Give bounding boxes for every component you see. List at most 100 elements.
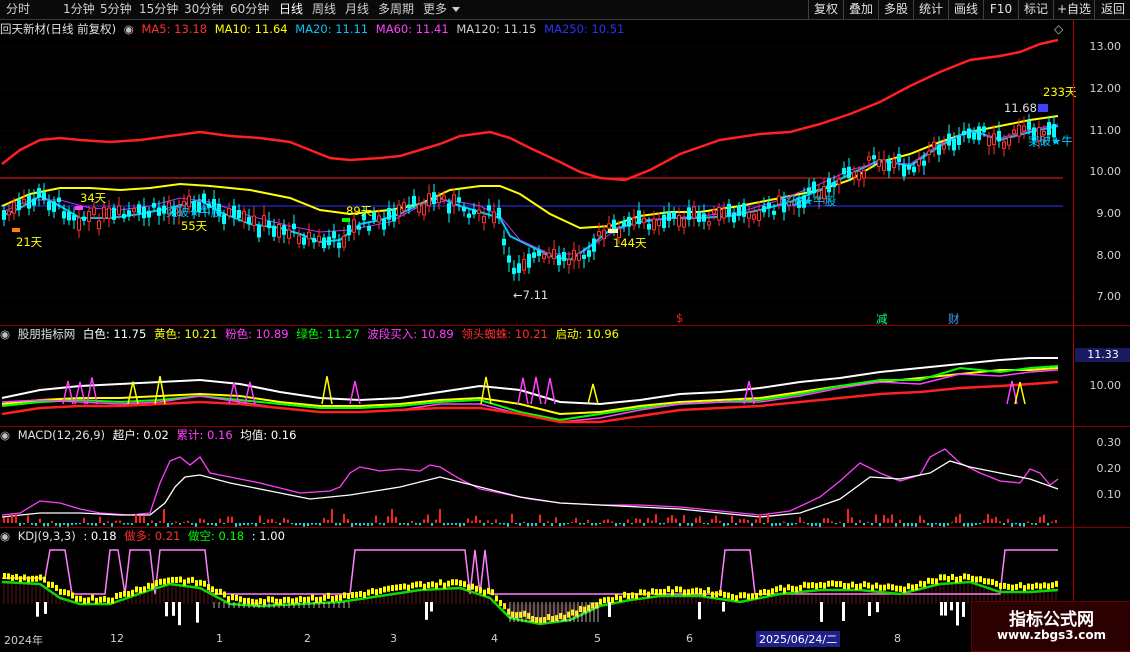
back-button[interactable]: 返回 xyxy=(1094,0,1130,19)
candle-body xyxy=(572,249,576,261)
kdj-yellow-bar xyxy=(503,603,506,610)
candle-body xyxy=(152,203,156,208)
draw-line-button[interactable]: 画线 xyxy=(948,0,983,19)
macd-bar xyxy=(447,523,449,526)
kdj-yellow-bar xyxy=(879,584,882,591)
candle-body xyxy=(742,203,746,217)
tab-weekly[interactable]: 周线 xyxy=(312,2,336,17)
macd-bar xyxy=(767,514,769,523)
candle-body xyxy=(862,170,866,179)
kdj-yellow-bar xyxy=(487,587,490,594)
indicator1-name[interactable]: 股朋指标网 xyxy=(18,327,76,341)
macd-bar xyxy=(411,520,413,523)
kdj-yellow-bar xyxy=(647,591,650,598)
macd-bar xyxy=(291,523,293,525)
kdj-yellow-bar xyxy=(571,609,574,616)
kdj-yellow-bar xyxy=(839,581,842,588)
kdj-yellow-bar xyxy=(939,574,942,581)
candle-body xyxy=(307,231,311,240)
restore-rights-button[interactable]: 复权 xyxy=(808,0,843,19)
candle-body xyxy=(902,164,906,177)
indicator1-chart[interactable] xyxy=(0,342,1073,426)
tab-intraday[interactable]: 分时 xyxy=(6,2,30,17)
ind1-white: 白色: 11.75 xyxy=(82,327,147,341)
macd-bar xyxy=(711,519,713,523)
add-watchlist-button[interactable]: +自选 xyxy=(1053,0,1094,19)
axis-12: 12.00 xyxy=(1089,82,1122,95)
kdj-white-bar xyxy=(962,602,965,617)
multi-stock-button[interactable]: 多股 xyxy=(878,0,913,19)
tab-30min[interactable]: 30分钟 xyxy=(184,2,223,17)
kdj-yellow-bar xyxy=(259,598,262,605)
tab-daily[interactable]: 日线 xyxy=(279,2,303,17)
kdj-yellow-bar xyxy=(403,583,406,590)
tab-15min[interactable]: 15分钟 xyxy=(139,2,178,17)
tab-monthly[interactable]: 月线 xyxy=(345,2,369,17)
candle-body xyxy=(982,126,986,133)
indicator1-settings-icon[interactable]: ◉ xyxy=(0,327,10,341)
macd-bar xyxy=(187,520,189,523)
overlay-button[interactable]: 叠加 xyxy=(843,0,878,19)
macd-bar xyxy=(47,523,49,527)
macd-bar xyxy=(643,523,645,526)
kdj-yellow-bar xyxy=(139,586,142,593)
kdj-long: 做多: 0.21 xyxy=(124,529,181,543)
candle-body xyxy=(647,223,651,230)
tab-1min[interactable]: 1分钟 xyxy=(63,2,95,17)
macd-bar xyxy=(495,519,497,523)
kdj-yellow-bar xyxy=(999,583,1002,590)
macd-chart[interactable] xyxy=(0,443,1073,527)
macd-bar xyxy=(803,521,805,523)
signal-dollar-icon[interactable]: $ xyxy=(676,311,683,325)
macd-bar xyxy=(607,519,609,523)
macd-bar xyxy=(567,523,569,525)
macd-bar xyxy=(695,517,697,523)
macd-bar xyxy=(271,518,273,523)
main-candlestick-chart[interactable] xyxy=(0,20,1073,325)
macd-bar xyxy=(135,514,137,523)
macd-bar xyxy=(631,523,633,525)
kdj-yellow-bar xyxy=(1035,582,1038,589)
mark-button[interactable]: 标记 xyxy=(1018,0,1053,19)
macd-settings-icon[interactable]: ◉ xyxy=(0,428,10,442)
macd-super: 超户: 0.02 xyxy=(112,428,169,442)
kdj-settings-icon[interactable]: ◉ xyxy=(0,529,10,543)
candle-body xyxy=(112,207,116,220)
macd-bar xyxy=(255,523,257,527)
kdj-yellow-bar xyxy=(251,598,254,605)
macd-bar xyxy=(463,523,465,526)
macd-name[interactable]: MACD(12,26,9) xyxy=(18,428,105,442)
kdj-yellow-bar xyxy=(207,584,210,591)
more-dropdown-icon[interactable] xyxy=(452,7,460,12)
kdj-yellow-bar xyxy=(747,593,750,600)
date-axis: 2024年 12 1 2 3 4 5 6 2025/06/24/二 8 xyxy=(0,630,1073,650)
kdj-title-bar: ◉ KDJ(9,3,3) : 0.18 做多: 0.21 做空: 0.18 : … xyxy=(0,528,289,544)
candle-body xyxy=(867,156,871,161)
kdj-yellow-bar xyxy=(683,589,686,596)
macd-bar xyxy=(679,523,681,527)
tab-5min[interactable]: 5分钟 xyxy=(100,2,132,17)
kdj-yellow-bar xyxy=(147,582,150,589)
kdj-yellow-bar xyxy=(823,582,826,589)
kdj-name[interactable]: KDJ(9,3,3) xyxy=(18,529,76,543)
macd-bar xyxy=(19,523,21,526)
macd-bar xyxy=(243,523,245,526)
kdj-yellow-bar xyxy=(179,576,182,583)
candle-body xyxy=(717,207,721,221)
tab-multi-period[interactable]: 多周期 xyxy=(378,2,414,17)
tab-60min[interactable]: 60分钟 xyxy=(230,2,269,17)
macd-bar xyxy=(947,523,949,526)
macd-bar xyxy=(283,517,285,523)
kdj-yellow-bar xyxy=(511,611,514,618)
tab-more[interactable]: 更多 xyxy=(423,2,447,17)
candle-body xyxy=(57,197,61,203)
kdj-yellow-bar xyxy=(855,583,858,590)
kdj-yellow-bar xyxy=(155,580,158,587)
kdj-chart[interactable] xyxy=(0,544,1073,630)
kdj-yellow-bar xyxy=(99,596,102,603)
f10-button[interactable]: F10 xyxy=(983,0,1018,19)
statistics-button[interactable]: 统计 xyxy=(913,0,948,19)
macd-bar xyxy=(95,523,97,526)
candle-body xyxy=(932,141,936,149)
candle-body xyxy=(907,164,911,170)
